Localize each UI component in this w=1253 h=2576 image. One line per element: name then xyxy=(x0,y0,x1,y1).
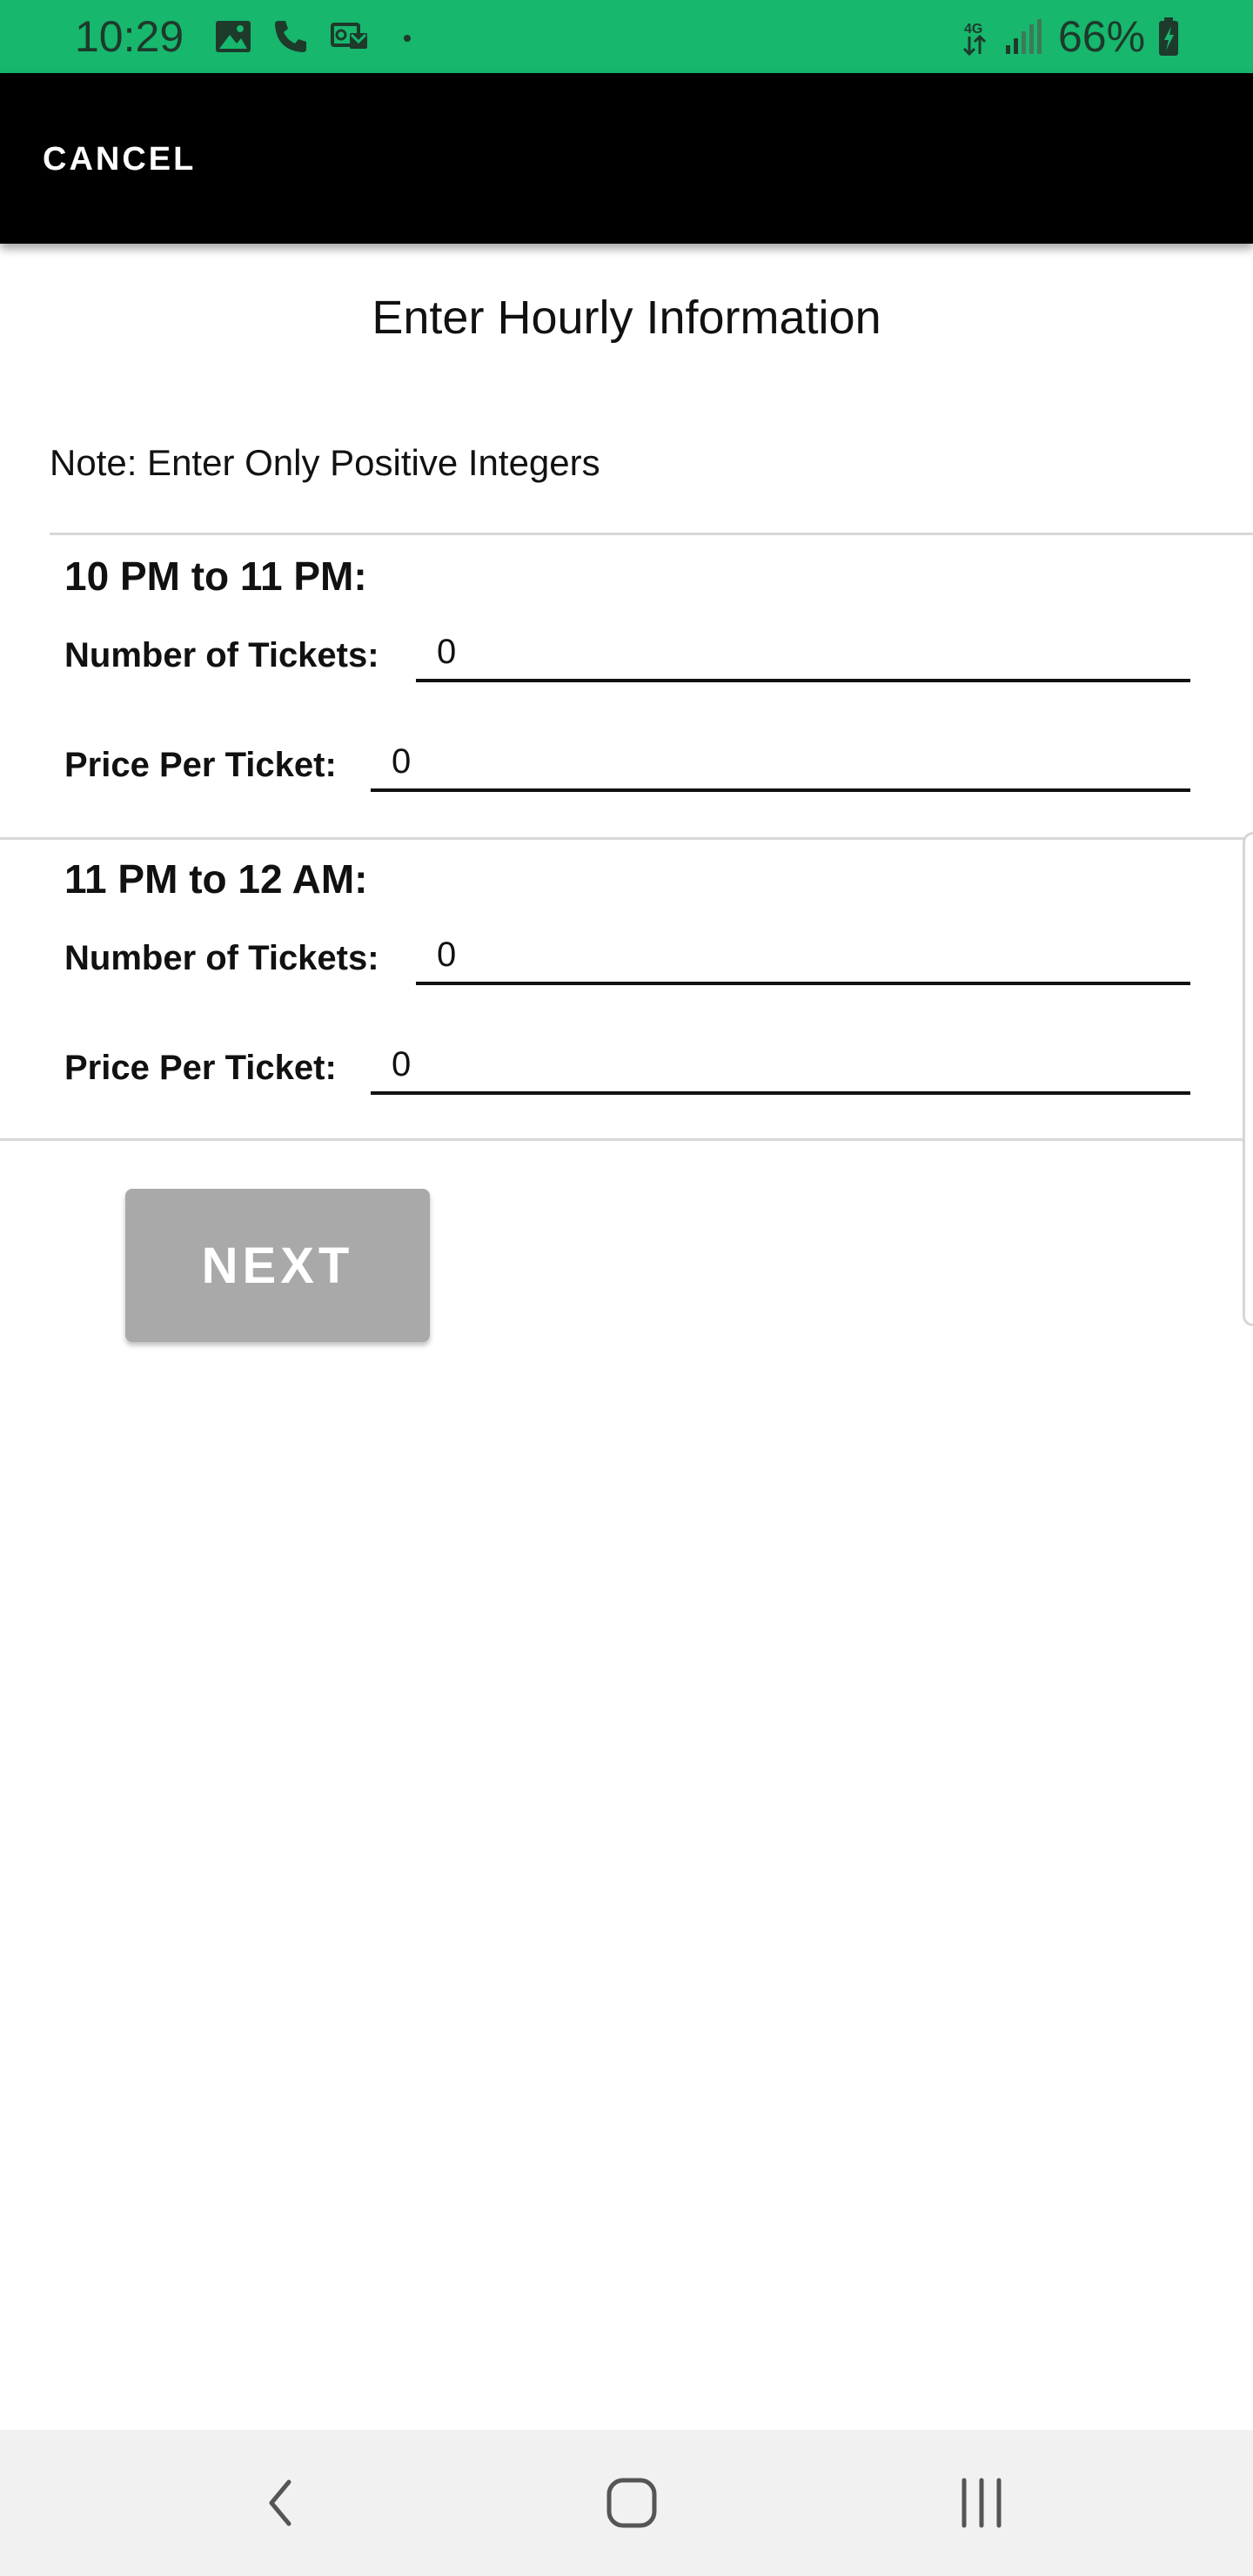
slot-title: 11 PM to 12 AM: xyxy=(64,856,368,902)
signal-icon xyxy=(1006,19,1042,54)
price-label: Price Per Ticket: xyxy=(64,746,337,784)
data-4g-icon: 4G xyxy=(962,22,987,57)
home-icon[interactable] xyxy=(600,2472,663,2534)
battery-charging-icon xyxy=(1159,17,1178,56)
svg-text:4G: 4G xyxy=(964,22,982,37)
slot-title: 10 PM to 11 PM: xyxy=(64,553,367,599)
divider xyxy=(0,837,1253,840)
price-input[interactable] xyxy=(371,1037,1190,1095)
note-text: Note: Enter Only Positive Integers xyxy=(50,442,600,483)
tickets-label: Number of Tickets: xyxy=(64,636,379,674)
next-button[interactable]: NEXT xyxy=(125,1189,430,1342)
price-input[interactable] xyxy=(371,735,1190,792)
phone-icon xyxy=(275,21,306,52)
tickets-input[interactable] xyxy=(416,625,1190,682)
price-label: Price Per Ticket: xyxy=(64,1049,337,1087)
back-icon[interactable] xyxy=(251,2472,313,2534)
recent-apps-icon[interactable] xyxy=(950,2472,1013,2534)
tickets-label: Number of Tickets: xyxy=(64,939,379,977)
tickets-input[interactable] xyxy=(416,928,1190,985)
dot-icon xyxy=(404,35,411,42)
voicemail-icon xyxy=(331,23,367,49)
app-bar: CANCEL xyxy=(0,73,1253,244)
edge-panel-handle[interactable] xyxy=(1243,832,1253,1326)
navigation-bar xyxy=(0,2430,1253,2576)
image-icon xyxy=(216,21,251,52)
page-title: Enter Hourly Information xyxy=(372,292,881,344)
battery-percent: 66% xyxy=(1058,12,1146,61)
status-time: 10:29 xyxy=(75,12,184,61)
status-bar: 10:29 4G 66% xyxy=(0,0,1253,73)
divider xyxy=(0,1138,1253,1141)
divider xyxy=(50,533,1253,535)
cancel-button[interactable]: CANCEL xyxy=(43,139,196,179)
